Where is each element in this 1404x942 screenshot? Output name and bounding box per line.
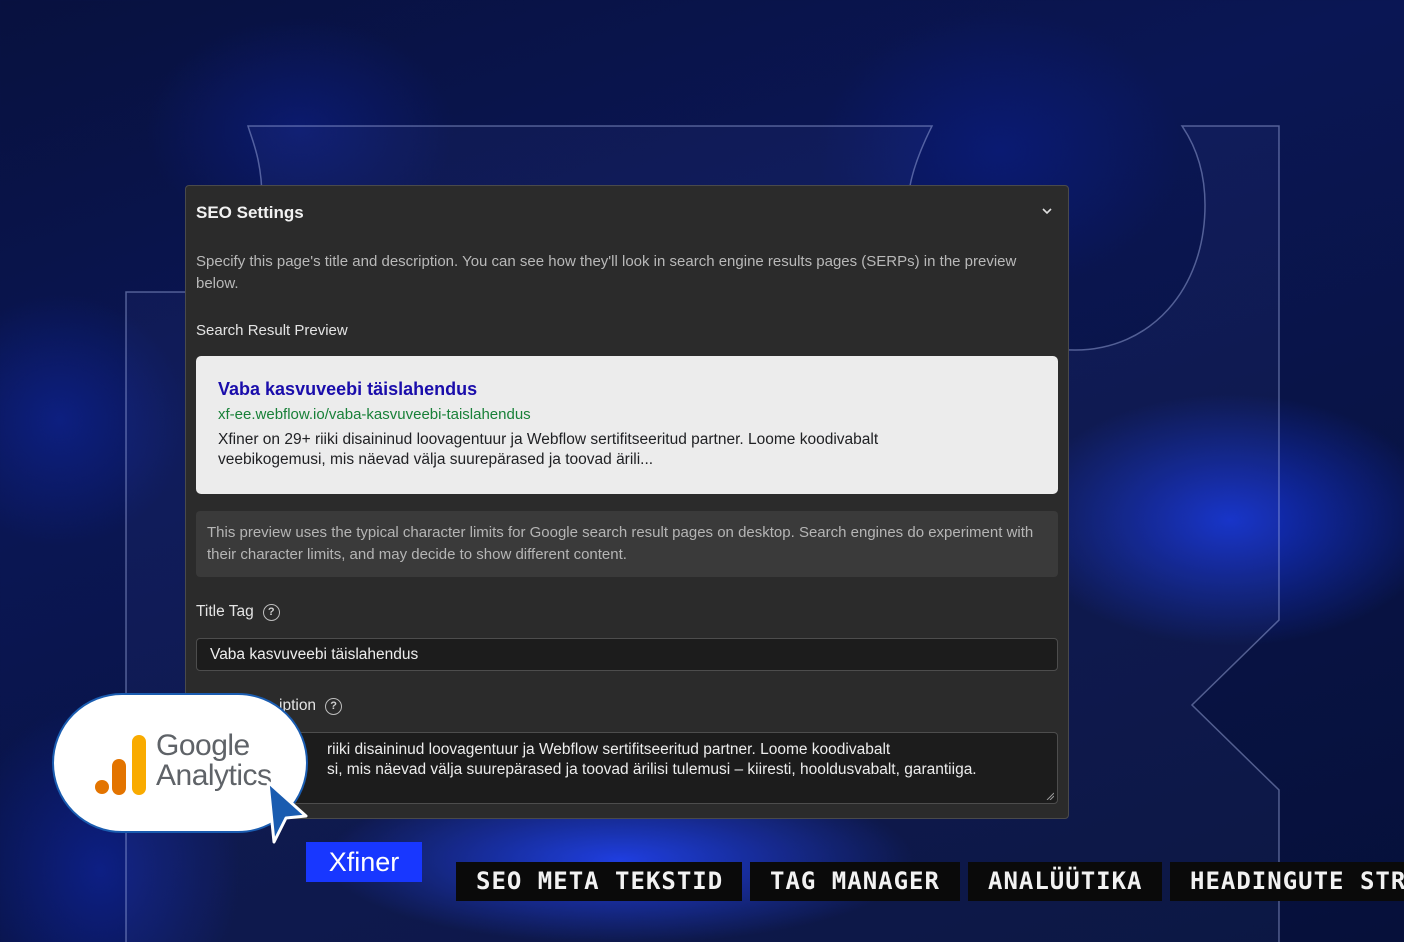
panel-title: SEO Settings: [196, 203, 304, 222]
xfiner-label: Xfiner: [306, 842, 422, 882]
meta-description-textarea[interactable]: riiki disaininud loovagentuur ja Webflow…: [196, 732, 1058, 804]
chevron-down-icon[interactable]: [1040, 204, 1054, 218]
ga-word-analytics: Analytics: [156, 759, 272, 792]
title-tag-label-text: Title Tag: [196, 603, 254, 620]
title-tag-label: Title Tag ?: [196, 603, 280, 621]
help-icon[interactable]: ?: [325, 697, 343, 715]
title-tag-input[interactable]: Vaba kasvuveebi täislahendus: [196, 638, 1058, 671]
meta-description-line: riiki disaininud loovagentuur ja Webflow…: [327, 741, 891, 758]
meta-description-line: si, mis näevad välja suurepärased ja too…: [327, 761, 977, 778]
panel-description: Specify this page's title and descriptio…: [196, 253, 1017, 292]
serp-snippet-line: Xfiner on 29+ riiki disaininud loovagent…: [218, 431, 879, 448]
google-analytics-logo-icon: [95, 735, 146, 795]
preview-label: Search Result Preview: [196, 322, 348, 339]
search-result-preview: Vaba kasvuveebi täislahendus xf-ee.webfl…: [196, 356, 1058, 494]
serp-title: Vaba kasvuveebi täislahendus: [218, 379, 478, 399]
ga-word-google: Google: [156, 729, 250, 762]
chip-analytics: ANALÜÜTIKA: [968, 862, 1162, 901]
chip-tag-manager: TAG MANAGER: [750, 862, 960, 901]
help-icon[interactable]: ?: [262, 603, 280, 621]
meta-description-label: iption ?: [279, 697, 343, 715]
seo-settings-panel: SEO Settings Specify this page's title a…: [185, 185, 1069, 819]
preview-note: This preview uses the typical character …: [196, 511, 1058, 577]
serp-snippet-line: veebikogemusi, mis näevad välja suurepär…: [218, 451, 654, 468]
chip-headings: HEADINGUTE STR: [1170, 862, 1404, 901]
google-analytics-wordmark: Google Analytics: [156, 731, 272, 791]
serp-url: xf-ee.webflow.io/vaba-kasvuveebi-taislah…: [218, 406, 531, 423]
chip-seo-meta: SEO META TEKSTID: [456, 862, 742, 901]
serp-snippet: Xfiner on 29+ riiki disaininud loovagent…: [218, 430, 1036, 470]
resize-handle-icon[interactable]: [1046, 792, 1054, 800]
cursor-arrow-icon: [266, 780, 308, 844]
